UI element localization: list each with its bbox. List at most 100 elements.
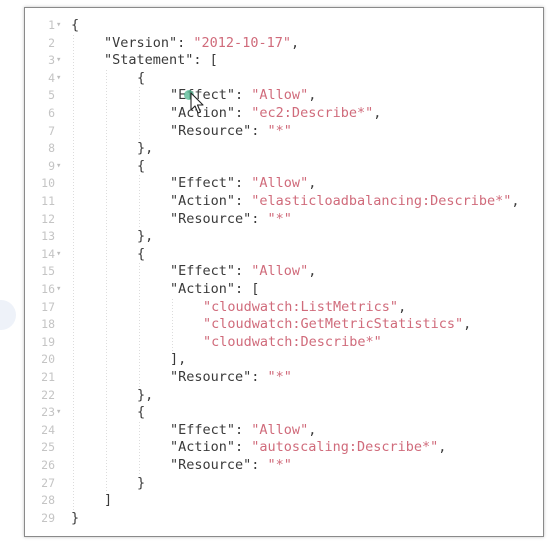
line-number: 11 <box>41 194 55 208</box>
code-line[interactable]: 8}, <box>25 140 543 157</box>
punctuation-token: { <box>137 69 146 86</box>
code-line[interactable]: 27} <box>25 475 543 492</box>
punctuation-token: : <box>235 175 252 192</box>
fold-arrow-icon[interactable]: ▾ <box>56 158 61 175</box>
code-line[interactable]: 29} <box>25 510 543 527</box>
string-token: "*" <box>267 122 292 139</box>
code-line[interactable]: 23 ▾ { <box>25 404 543 421</box>
code-line[interactable]: 26 "Resource": "*" <box>25 457 543 474</box>
fold-arrow-icon[interactable]: ▾ <box>56 52 61 69</box>
string-token: "cloudwatch:GetMetricStatistics" <box>203 316 464 333</box>
code-line[interactable]: 1 ▾ { <box>25 17 543 34</box>
code-line[interactable]: 15 "Effect": "Allow", <box>25 263 543 280</box>
line-number: 10 <box>41 176 55 191</box>
punctuation-token: , <box>398 298 407 315</box>
indent-guide <box>172 298 173 352</box>
code-text: "cloudwatch:ListMetrics", <box>203 299 406 316</box>
line-number: 1 <box>48 18 55 32</box>
punctuation-token: : <box>251 457 268 473</box>
code-line[interactable]: 25 "Action": "autoscaling:Describe*", <box>25 439 543 456</box>
line-number: 7 <box>48 123 55 138</box>
code-text: }, <box>137 387 153 404</box>
code-line[interactable]: 14 ▾ { <box>25 246 543 263</box>
string-token: "autoscaling:Describe*" <box>251 439 439 456</box>
code-line[interactable]: 16 ▾ "Action": [ <box>25 281 543 298</box>
punctuation-token: : <box>235 105 252 121</box>
code-line[interactable]: 9 ▾ { <box>25 158 543 175</box>
string-token: "elasticloadbalancing:Describe*" <box>251 193 512 209</box>
key-token: "Action" <box>170 193 236 209</box>
code-line[interactable]: 18 "cloudwatch:GetMetricStatistics", <box>25 316 543 333</box>
code-text: { <box>137 404 145 421</box>
punctuation-token: , <box>308 263 317 280</box>
line-number: 17 <box>41 299 55 314</box>
code-line[interactable]: 19 "cloudwatch:Describe*" <box>25 334 543 351</box>
punctuation-token: { <box>137 157 146 174</box>
code-line[interactable]: 2 "Version": "2012-10-17", <box>25 35 543 52</box>
punctuation-token: ], <box>170 351 187 368</box>
code-line[interactable]: 10 "Effect": "Allow", <box>25 175 543 192</box>
punctuation-token: : [ <box>193 52 218 69</box>
code-text: ] <box>104 492 112 509</box>
punctuation-token: }, <box>137 386 154 403</box>
punctuation-token: , <box>308 87 317 104</box>
json-code-editor[interactable]: 1 ▾{2 "Version": "2012-10-17", 3 ▾ "Statement… <box>24 7 544 537</box>
key-token: "Action" <box>170 439 236 456</box>
punctuation-token: { <box>137 404 146 421</box>
code-text: { <box>71 17 79 34</box>
key-token: "Effect" <box>170 175 236 192</box>
code-text: "Effect": "Allow", <box>170 175 316 192</box>
punctuation-token: , <box>373 105 382 121</box>
fold-arrow-icon[interactable]: ▾ <box>56 17 61 34</box>
punctuation-token: } <box>137 474 146 491</box>
punctuation-token: , <box>511 193 520 209</box>
punctuation-token: : <box>235 87 252 104</box>
code-line[interactable]: 3 ▾ "Statement": [ <box>25 52 543 69</box>
code-line[interactable]: 11 "Action": "elasticloadbalancing:Descri… <box>25 193 543 210</box>
code-text: "Action": "autoscaling:Describe*", <box>170 439 446 456</box>
code-line[interactable]: 24 "Effect": "Allow", <box>25 422 543 439</box>
punctuation-token: : <box>251 210 268 227</box>
fold-arrow-icon[interactable]: ▾ <box>56 246 61 263</box>
key-token: "Effect" <box>170 263 236 280</box>
indent-guide <box>139 263 140 387</box>
code-line[interactable]: 4 ▾ { <box>25 70 543 87</box>
line-number: 27 <box>41 475 55 490</box>
code-line[interactable]: 20], <box>25 351 543 368</box>
code-text: { <box>137 70 145 87</box>
code-text: { <box>137 246 145 263</box>
line-number: 16 <box>41 282 55 296</box>
code-text: "Resource": "*" <box>170 369 292 386</box>
code-line[interactable]: 6 "Action": "ec2:Describe*", <box>25 105 543 122</box>
code-line[interactable]: 21 "Resource": "*" <box>25 369 543 386</box>
line-number: 24 <box>41 422 55 437</box>
line-number: 21 <box>41 370 55 384</box>
code-line[interactable]: 7 "Resource": "*" <box>25 123 543 140</box>
code-line[interactable]: 12 "Resource": "*" <box>25 211 543 228</box>
fold-arrow-icon[interactable]: ▾ <box>56 70 61 87</box>
key-token: "Resource" <box>170 122 252 139</box>
code-text: } <box>71 510 79 527</box>
indent-guide <box>139 87 140 141</box>
code-line[interactable]: 22}, <box>25 387 543 404</box>
punctuation-token: { <box>137 245 146 262</box>
code-line[interactable]: 17 "cloudwatch:ListMetrics", <box>25 299 543 316</box>
line-number: 6 <box>48 106 55 120</box>
code-line[interactable]: 5 "Effect": "Allow", <box>25 87 543 104</box>
punctuation-token: }, <box>137 140 154 157</box>
code-line[interactable]: 28] <box>25 492 543 509</box>
string-token: "Allow" <box>251 87 309 104</box>
line-number: 13 <box>41 229 55 244</box>
punctuation-token: : <box>235 439 252 456</box>
code-text: "Effect": "Allow", <box>170 263 316 280</box>
punctuation-token: }, <box>137 228 154 245</box>
fold-arrow-icon[interactable]: ▾ <box>56 404 61 421</box>
code-text: "Action": [ <box>170 281 259 298</box>
code-text: { <box>137 158 145 175</box>
code-text: ], <box>170 351 186 368</box>
string-token: "*" <box>267 457 292 473</box>
code-text: "Resource": "*" <box>170 457 292 474</box>
code-line[interactable]: 13}, <box>25 228 543 245</box>
fold-arrow-icon[interactable]: ▾ <box>56 281 61 298</box>
line-number: 26 <box>41 458 55 472</box>
